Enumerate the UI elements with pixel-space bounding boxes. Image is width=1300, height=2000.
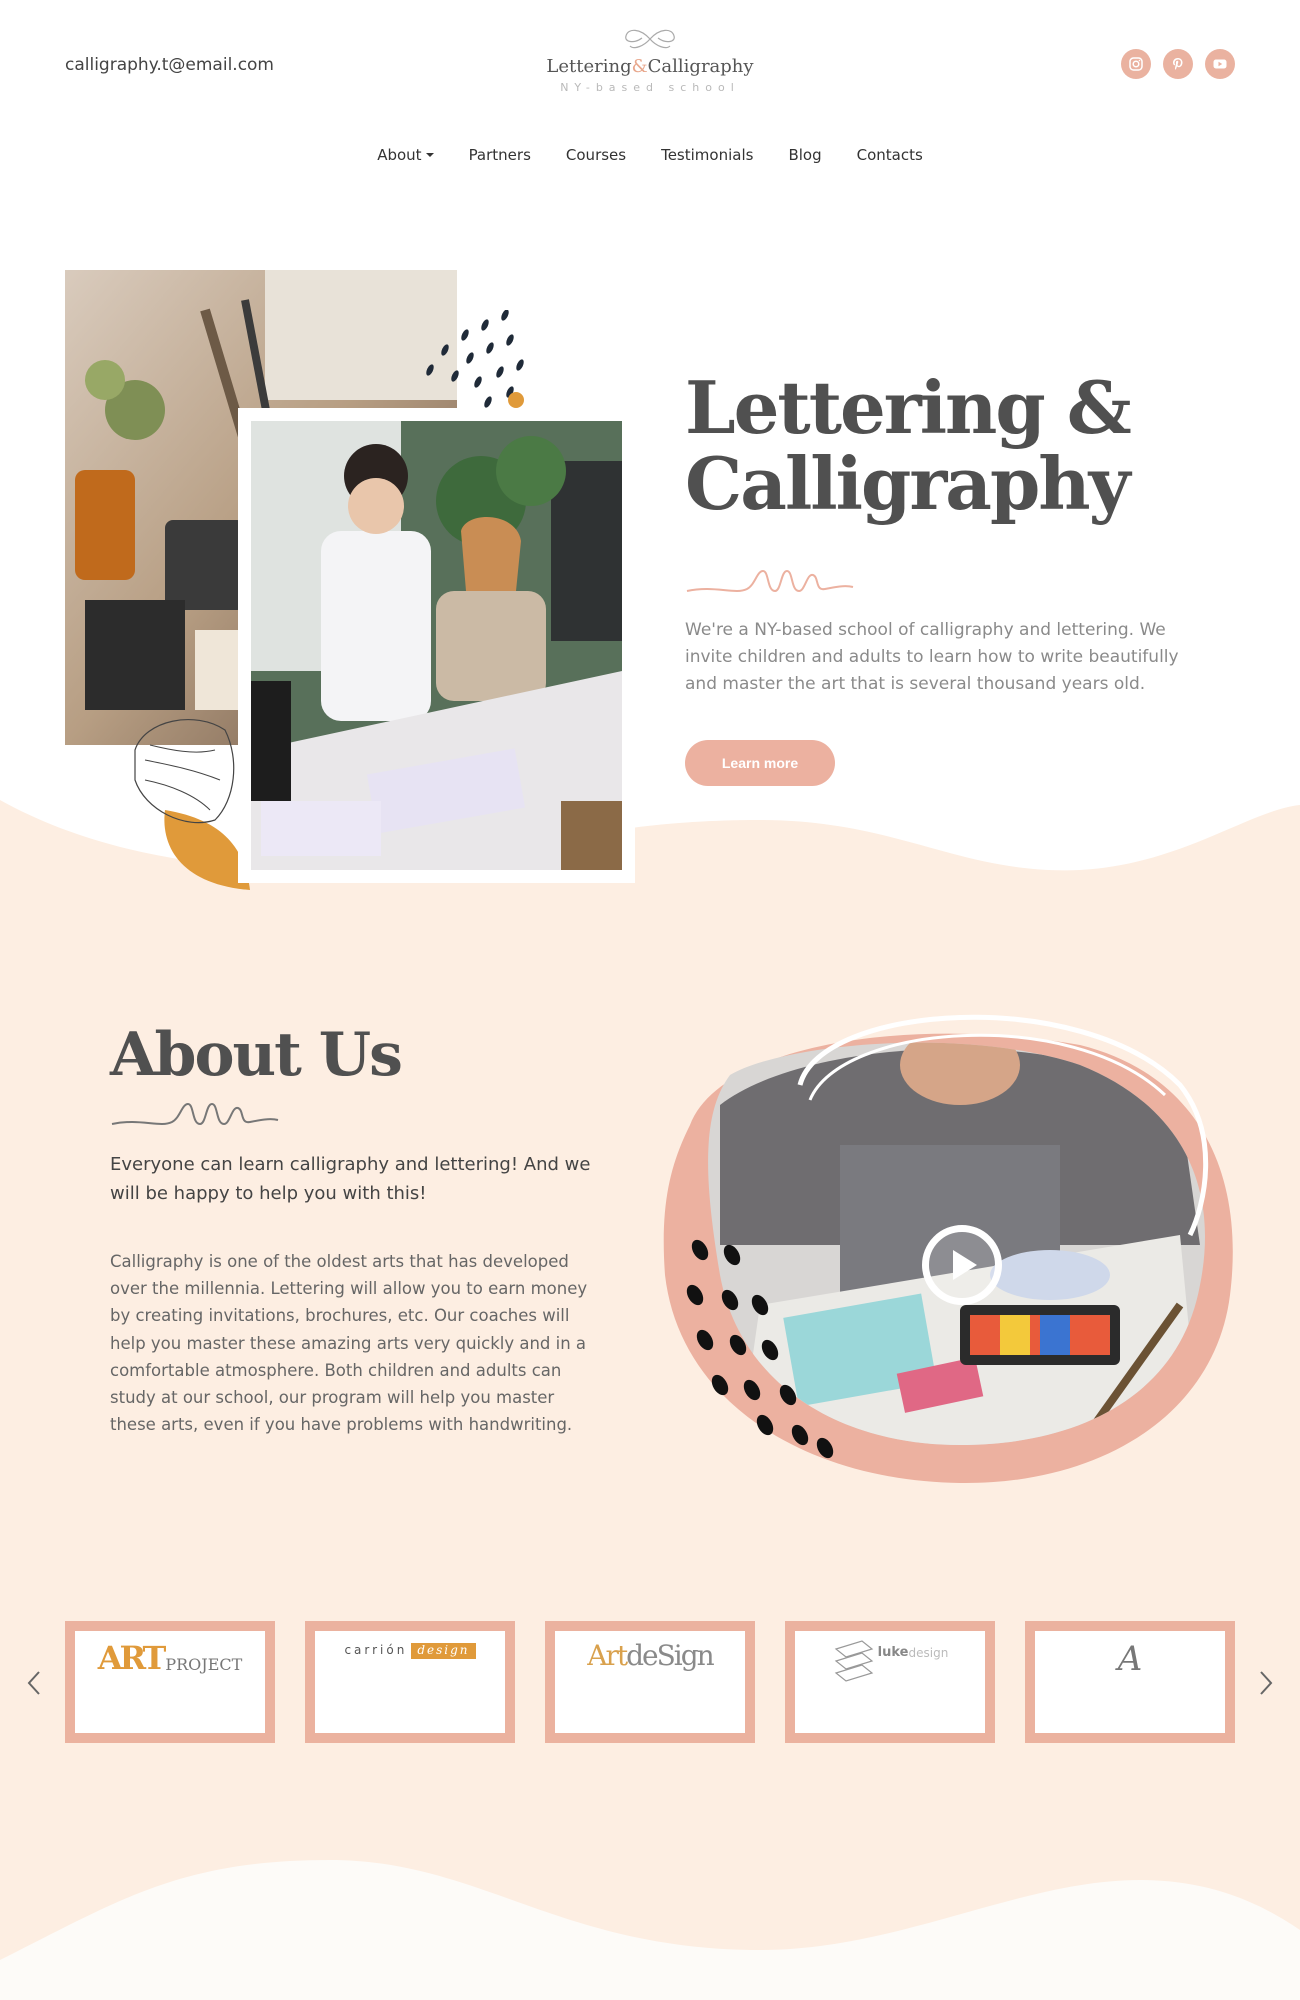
- partner-logo-a: A: [1035, 1631, 1225, 1733]
- partner-card[interactable]: luke design: [785, 1621, 995, 1743]
- about-video[interactable]: [660, 1005, 1240, 1490]
- partner-logo-art-design: Art deSign: [555, 1631, 745, 1733]
- chevron-right-icon[interactable]: [1256, 1668, 1276, 1698]
- site-logo[interactable]: Lettering&Calligraphy NY-based school: [540, 26, 760, 94]
- hero-title: Lettering & Calligraphy: [685, 365, 1132, 526]
- nav-testimonials[interactable]: Testimonials: [661, 146, 753, 164]
- youtube-icon[interactable]: [1205, 49, 1235, 79]
- partner-card[interactable]: ART PROJECT: [65, 1621, 275, 1743]
- partner-card[interactable]: Art deSign: [545, 1621, 755, 1743]
- partner-logo-art-project: ART PROJECT: [75, 1631, 265, 1733]
- hero-swirl-divider: [686, 569, 854, 593]
- main-nav: About Partners Courses Testimonials Blog…: [0, 146, 1300, 164]
- nav-courses[interactable]: Courses: [566, 146, 626, 164]
- about-title: About Us: [110, 1020, 403, 1090]
- social-links: [1121, 49, 1235, 79]
- caret-down-icon: [425, 153, 434, 157]
- partner-logo-carrion-design: carrión design: [315, 1631, 505, 1733]
- luke-logo-icon: [834, 1640, 873, 1682]
- bottom-wave: [0, 1860, 1300, 2000]
- nav-partners[interactable]: Partners: [469, 146, 531, 164]
- nav-about[interactable]: About: [377, 146, 434, 164]
- chevron-left-icon[interactable]: [24, 1668, 44, 1698]
- learn-more-button[interactable]: Learn more: [685, 740, 835, 786]
- nav-contacts[interactable]: Contacts: [857, 146, 923, 164]
- nav-blog[interactable]: Blog: [788, 146, 821, 164]
- hero-photo-class: [251, 421, 622, 870]
- instagram-icon[interactable]: [1121, 49, 1151, 79]
- partner-card[interactable]: carrión design: [305, 1621, 515, 1743]
- hero-description: We're a NY-based school of calligraphy a…: [685, 620, 1179, 694]
- partners-carousel: ART PROJECT carrión design Art deSign lu…: [65, 1621, 1235, 1743]
- logo-subtitle: NY-based school: [560, 81, 740, 94]
- hero-photo-class-frame: [238, 408, 635, 883]
- about-body: Calligraphy is one of the oldest arts th…: [110, 1252, 588, 1435]
- partner-logo-luke-design: luke design: [795, 1631, 985, 1733]
- pinterest-icon[interactable]: [1163, 49, 1193, 79]
- decor-dots: [426, 310, 524, 408]
- header-email[interactable]: calligraphy.t@email.com: [65, 55, 274, 75]
- play-icon[interactable]: [922, 1225, 1002, 1305]
- about-swirl-divider: [111, 1102, 279, 1126]
- partner-card[interactable]: A: [1025, 1621, 1235, 1743]
- logo-ornament-icon: [625, 29, 675, 49]
- about-lead: Everyone can learn calligraphy and lette…: [110, 1154, 591, 1204]
- logo-title: Lettering&Calligraphy: [546, 56, 754, 77]
